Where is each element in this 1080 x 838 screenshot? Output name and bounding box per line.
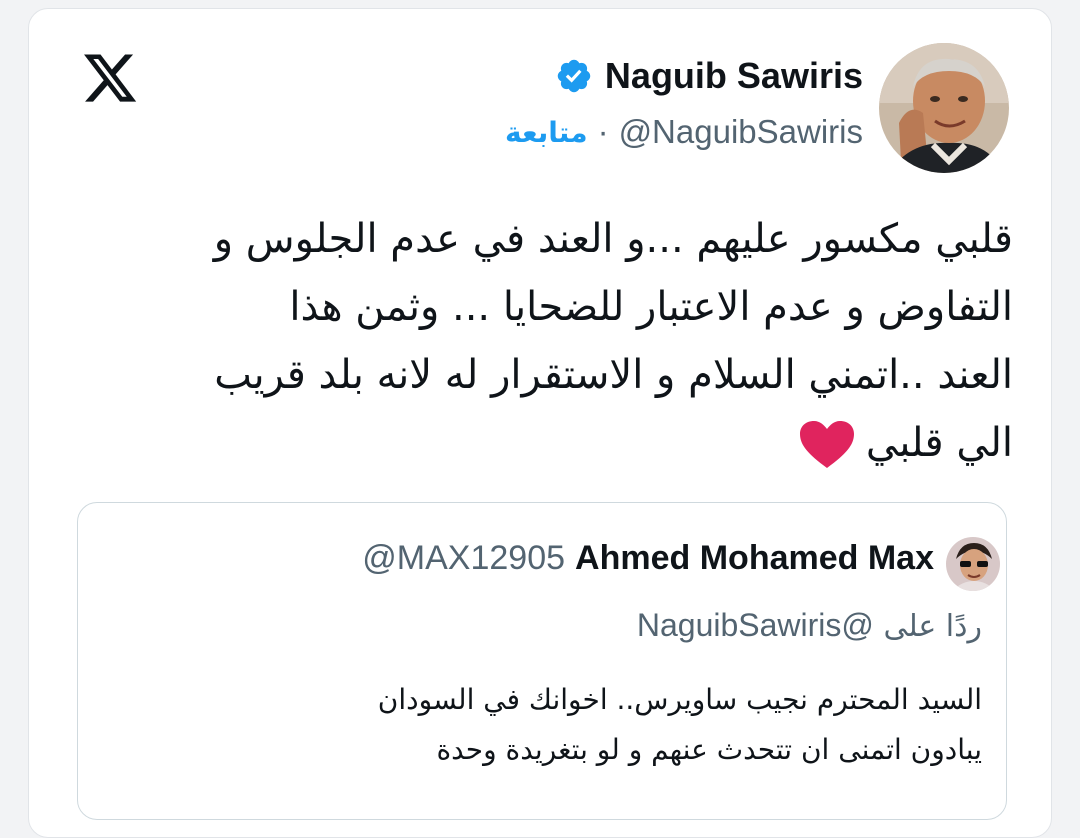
author-handle-row: متابعة · @NaguibSawiris	[505, 113, 863, 151]
quoted-author-avatar[interactable]	[946, 537, 1000, 591]
tweet-line: التفاوض و عدم الاعتبار للضحايا ... وثمن …	[289, 284, 1013, 330]
quoted-author-handle[interactable]: @MAX12905	[362, 539, 565, 578]
tweet-card[interactable]: Naguib Sawiris متابعة · @NaguibSawiris ق…	[28, 8, 1052, 838]
quoted-header: @MAX12905 Ahmed Mohamed Max	[362, 539, 934, 578]
reply-handle-link[interactable]: @NaguibSawiris	[637, 607, 874, 643]
tweet-text: قلبي مكسور عليهم ...و العند في عدم الجلو…	[79, 205, 1013, 477]
quoted-tweet[interactable]: @MAX12905 Ahmed Mohamed Max ردًا على @Na…	[77, 502, 1007, 820]
author-avatar[interactable]	[879, 43, 1009, 173]
quoted-tweet-text: السيد المحترم نجيب ساويرس.. اخوانك في ال…	[102, 675, 982, 775]
tweet-line: العند ..اتمني السلام و الاستقرار له لانه…	[214, 352, 1013, 398]
author-name[interactable]: Naguib Sawiris	[605, 55, 863, 97]
red-heart-icon	[799, 421, 854, 468]
author-handle[interactable]: @NaguibSawiris	[619, 113, 863, 151]
x-logo-icon[interactable]	[81, 49, 139, 107]
separator-dot: ·	[597, 113, 609, 150]
tweet-line: قلبي مكسور عليهم ...و العند في عدم الجلو…	[213, 216, 1013, 262]
follow-button[interactable]: متابعة	[505, 116, 588, 149]
verified-badge-icon	[557, 59, 591, 93]
reply-context: ردًا على @NaguibSawiris	[637, 607, 982, 644]
author-name-row: Naguib Sawiris	[555, 55, 863, 97]
tweet-line: الي قلبي	[79, 409, 1013, 477]
quoted-line: السيد المحترم نجيب ساويرس.. اخوانك في ال…	[377, 683, 982, 716]
quoted-author-name[interactable]: Ahmed Mohamed Max	[575, 539, 934, 578]
quoted-line: يبادون اتمنى ان تتحدث عنهم و لو بتغريدة …	[436, 733, 982, 766]
tweet-line-text: الي قلبي	[865, 420, 1013, 466]
reply-prefix: ردًا على	[883, 609, 982, 644]
